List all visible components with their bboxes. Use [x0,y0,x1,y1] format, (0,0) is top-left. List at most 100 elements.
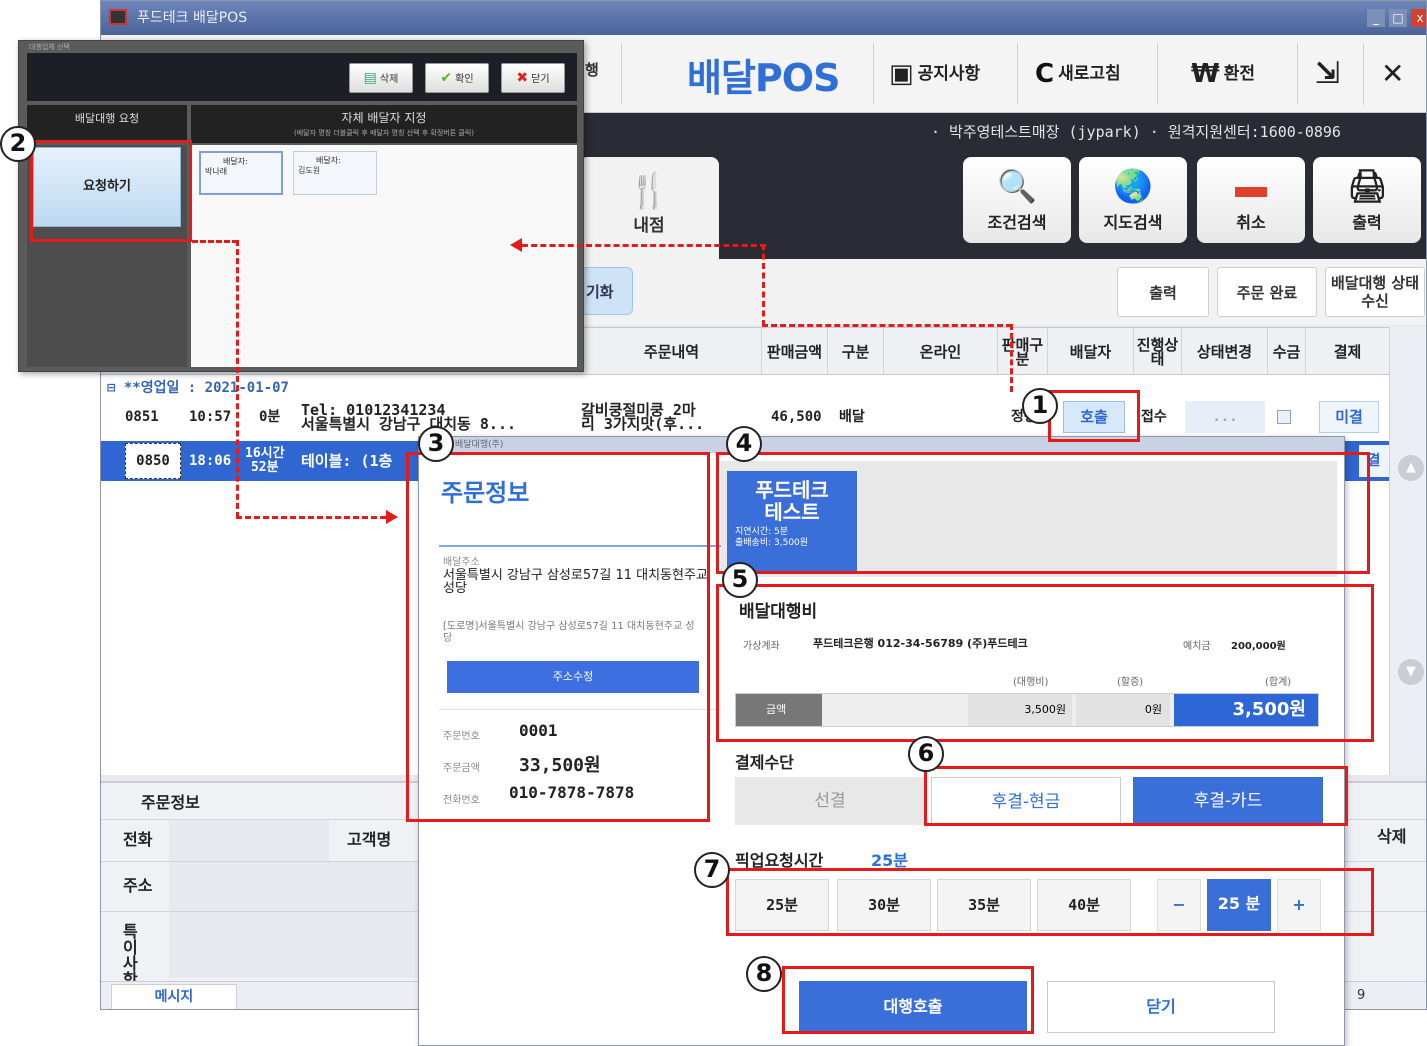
close-window-icon[interactable]: x [1411,9,1426,27]
notes-field[interactable] [169,912,419,978]
globe-icon: 🌏 [1113,167,1153,205]
col-sale-type[interactable]: 판매구분 [997,328,1047,376]
refresh-icon: C [1035,59,1055,89]
annotation-box-6 [924,766,1348,826]
maximize-icon[interactable]: □ [1389,9,1407,27]
col-collect[interactable]: 수금 [1267,328,1305,376]
delete-button[interactable]: ▤ 삭제 [349,63,413,93]
order-items: 갈비쿵절미쿵 2마 리 3가지맛(후... [581,397,704,437]
annotation-number-2: 2 [0,126,36,162]
arrow-right-icon [386,510,398,524]
fragment-button[interactable]: 기화 [581,267,633,315]
confirm-button[interactable]: ✔ 확인 [425,63,489,93]
col-rider[interactable]: 배달자 [1047,328,1133,376]
brand-logo: 배달POS [687,47,841,102]
col-progress[interactable]: 진행상태 [1133,328,1181,376]
order-time: 10:57 [189,409,232,425]
close-app-icon[interactable]: ✕ [1381,57,1404,91]
delete-button[interactable]: 삭제 [1377,829,1406,845]
annotation-box-3 [406,452,710,822]
connector [522,244,766,247]
business-day-group[interactable]: ⊟ **영업일 : 2021-01-07 [107,377,289,397]
scroll-up-icon[interactable]: ▲ [1398,455,1424,481]
app-icon [109,9,127,25]
print-button[interactable]: 🖨 출력 [1313,157,1421,243]
phone-label: 전화 [123,830,153,849]
connector [762,244,765,326]
condition-search-button[interactable]: 🔍 조건검색 [963,157,1071,243]
annotation-number-6: 6 [908,736,944,772]
rider-card[interactable]: 배달자: 김도원 [293,151,377,195]
agency-status-button[interactable]: 배달대행 상태 수신 [1325,267,1425,317]
exchange-button[interactable]: ₩ 환전 [1191,57,1255,91]
annotation-number-1: 1 [1022,388,1058,424]
agency-request-header: 배달대행 요청 [27,105,187,143]
print-label: 출력 [1352,213,1382,232]
elapsed-time: 0분 [259,409,281,425]
col-status-change[interactable]: 상태변경 [1181,328,1267,376]
payment-method-label: 결제수단 [735,753,794,772]
order-info-title: 주문정보 [141,793,200,812]
annotation-box-2 [30,140,192,242]
menu-fragment[interactable]: 행 [585,59,599,80]
rider-name: 박나래 [205,167,228,176]
col-type[interactable]: 구분 [827,328,883,376]
self-rider-title: 자체 배달자 지정 [341,111,427,125]
order-print-button[interactable]: 출력 [1117,267,1209,317]
col-sale-amount[interactable]: 판매금액 [761,328,827,376]
rider-label: 배달자: [223,157,248,166]
collect-checkbox[interactable] [1277,397,1291,437]
map-search-label: 지도검색 [1103,213,1163,232]
annotation-box-5 [716,584,1374,742]
self-rider-help: (배달자 명칭 더블클릭 후 배달자 명칭 선택 후 확정버튼 클릭) [293,129,475,137]
scroll-down-icon[interactable]: ▼ [1398,659,1424,685]
delete-icon: ▤ [363,70,377,86]
connector [762,324,1012,327]
connector [236,516,386,519]
col-payment[interactable]: 결제 [1305,328,1389,376]
refresh-label: 새로고침 [1058,64,1121,84]
annotation-number-7: 7 [694,852,730,888]
order-customer: Tel: 01012341234 서울특별시 강남구 대치동 8... [301,397,516,437]
progress-status: 접수 [1141,409,1167,425]
notice-label: 공지사항 [917,64,981,84]
rider-card[interactable]: 배달자: 박나래 [199,151,283,195]
payment-status-button[interactable]: 미결 [1319,401,1379,433]
table-info: 테이블: (1층 [301,452,393,470]
dialog-caption-text: 배달대행(주) [455,440,504,450]
col-online[interactable]: 온라인 [883,328,997,376]
pay-prepaid-button[interactable]: 선결 [735,777,925,825]
address-field[interactable] [169,862,419,911]
annotation-box-4 [716,452,1370,574]
exchange-label: 환전 [1223,64,1255,84]
annotation-box-1 [1048,390,1140,442]
minimize-app-icon[interactable]: ⇲ [1315,57,1340,91]
won-icon: ₩ [1191,59,1220,89]
x-icon: ✖ [516,70,529,86]
cancel-label: 취소 [1236,213,1266,232]
close-button[interactable]: ✖ 닫기 [501,63,565,93]
message-button[interactable]: 메시지 [111,984,237,1009]
store-info: · 박주영테스트매장 (jypark) · 원격지원센터:1600-0896 [931,123,1341,141]
customer-label: 고객명 [347,830,392,849]
items-line-2: 리 3가지맛(후... [581,415,705,433]
brand-suffix: POS [754,56,841,100]
order-complete-button[interactable]: 주문 완료 [1217,267,1317,317]
notice-button[interactable]: ▣ 공지사항 [889,57,980,91]
status-change-dropdown[interactable]: ... [1185,401,1265,433]
map-search-button[interactable]: 🌏 지도검색 [1079,157,1187,243]
cancel-button[interactable]: 취소 [1197,157,1305,243]
connector [1010,324,1013,392]
minimize-icon[interactable]: _ [1367,9,1385,27]
rider-name: 김도원 [298,166,321,175]
col-order-detail[interactable]: 주문내역 [581,328,761,376]
close-dialog-button[interactable]: 닫기 [1047,981,1275,1033]
phone-field[interactable] [169,820,329,861]
order-type: 배달 [839,409,865,425]
customer-address: 서울특별시 강남구 대치동 8... [301,415,517,433]
rider-list: 배달자: 박나래 배달자: 김도원 [191,145,577,367]
annotation-number-3: 3 [418,426,454,462]
order-time: 18:06 [189,453,232,469]
notes-label: 특이 사항 [123,922,138,989]
refresh-button[interactable]: C 새로고침 [1035,57,1121,91]
